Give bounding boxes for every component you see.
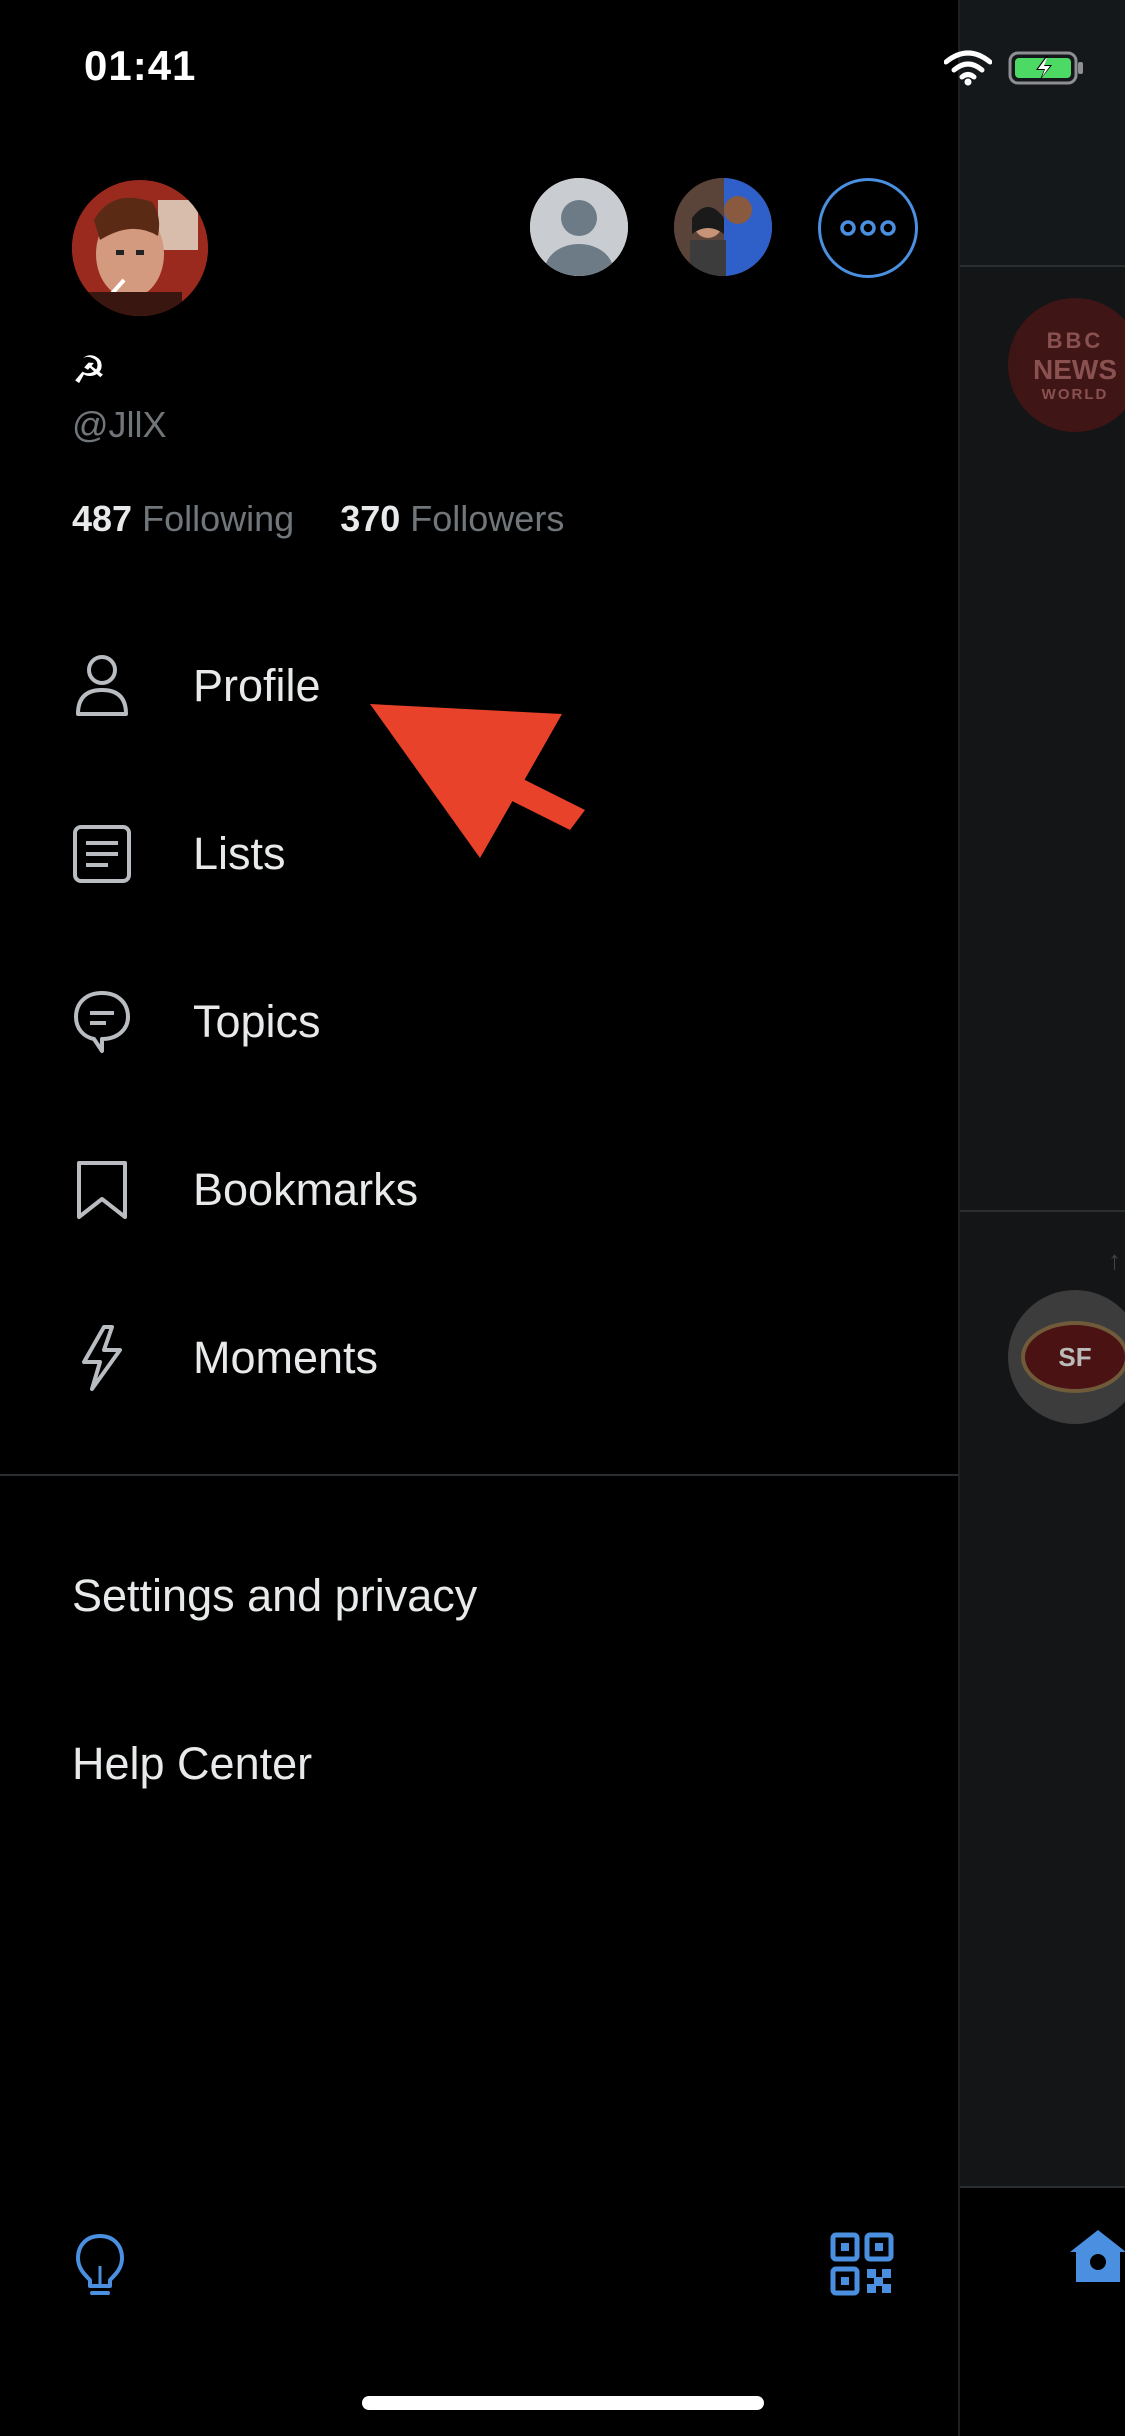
menu-label-moments: Moments [193, 1332, 379, 1383]
retweet-icon: ↑ [1108, 1245, 1121, 1275]
help-center-link[interactable]: Help Center [72, 1738, 312, 1790]
timeline-background[interactable]: BBC NEWS WORLD ↑ SF [960, 0, 1125, 2436]
status-time: 01:41 [84, 42, 197, 89]
switch-account-photo-avatar[interactable] [674, 178, 772, 276]
menu-label-lists: Lists [193, 828, 286, 879]
more-accounts-button[interactable] [818, 178, 918, 278]
lightbulb-icon[interactable] [72, 2232, 128, 2303]
follow-stats: 487 Following 370 Followers [72, 498, 600, 540]
menu-label-bookmarks: Bookmarks [193, 1164, 419, 1215]
settings-and-privacy-link[interactable]: Settings and privacy [72, 1570, 477, 1622]
more-icon [840, 220, 896, 236]
bookmark-icon [70, 1158, 134, 1222]
followers-count: 370 [340, 498, 401, 539]
switch-account-default-avatar[interactable] [530, 178, 628, 276]
timeline-divider [960, 1210, 1125, 1212]
wifi-icon [943, 50, 993, 91]
following-label: Following [142, 498, 295, 539]
status-bar: 01:41 [0, 0, 1125, 140]
person-icon [70, 654, 134, 718]
followers-label: Followers [410, 498, 565, 539]
list-icon [70, 822, 134, 886]
following-link[interactable]: 487 Following [72, 498, 294, 539]
followers-link[interactable]: 370 Followers [340, 498, 564, 539]
menu-item-topics[interactable]: Topics [0, 952, 958, 1092]
lightning-icon [70, 1325, 134, 1391]
49ers-logo: SF [1021, 1321, 1125, 1393]
screen: BBC NEWS WORLD ↑ SF ☭ @JllX 487 Followin… [0, 0, 1125, 2436]
49ers-avatar[interactable]: SF [1008, 1290, 1125, 1424]
home-indicator[interactable] [362, 2396, 764, 2410]
battery-charging-icon [1008, 50, 1086, 91]
bbc-logo-text-2: NEWS [1033, 353, 1117, 385]
menu-item-moments[interactable]: Moments [0, 1288, 958, 1428]
account-display-name: ☭ [72, 350, 107, 392]
current-account-avatar[interactable] [72, 180, 208, 316]
drawer-divider [0, 1474, 958, 1476]
49ers-logo-text: SF [1058, 1341, 1092, 1372]
menu-label-topics: Topics [193, 996, 321, 1047]
topics-icon [70, 990, 134, 1054]
menu-item-bookmarks[interactable]: Bookmarks [0, 1120, 958, 1260]
annotation-arrow [360, 690, 600, 875]
home-icon[interactable] [1068, 2226, 1125, 2291]
account-handle: @JllX [72, 404, 167, 445]
bbc-news-avatar[interactable]: BBC NEWS WORLD [1008, 298, 1125, 432]
qr-code-icon[interactable] [830, 2232, 894, 2301]
bbc-logo-text-3: WORLD [1041, 385, 1109, 403]
following-count: 487 [72, 498, 133, 539]
tab-bar [960, 2186, 1125, 2436]
menu-label-profile: Profile [193, 660, 321, 711]
side-drawer: ☭ @JllX 487 Following 370 Followers Prof… [0, 0, 960, 2436]
bbc-logo-text-1: BBC [1046, 327, 1104, 353]
